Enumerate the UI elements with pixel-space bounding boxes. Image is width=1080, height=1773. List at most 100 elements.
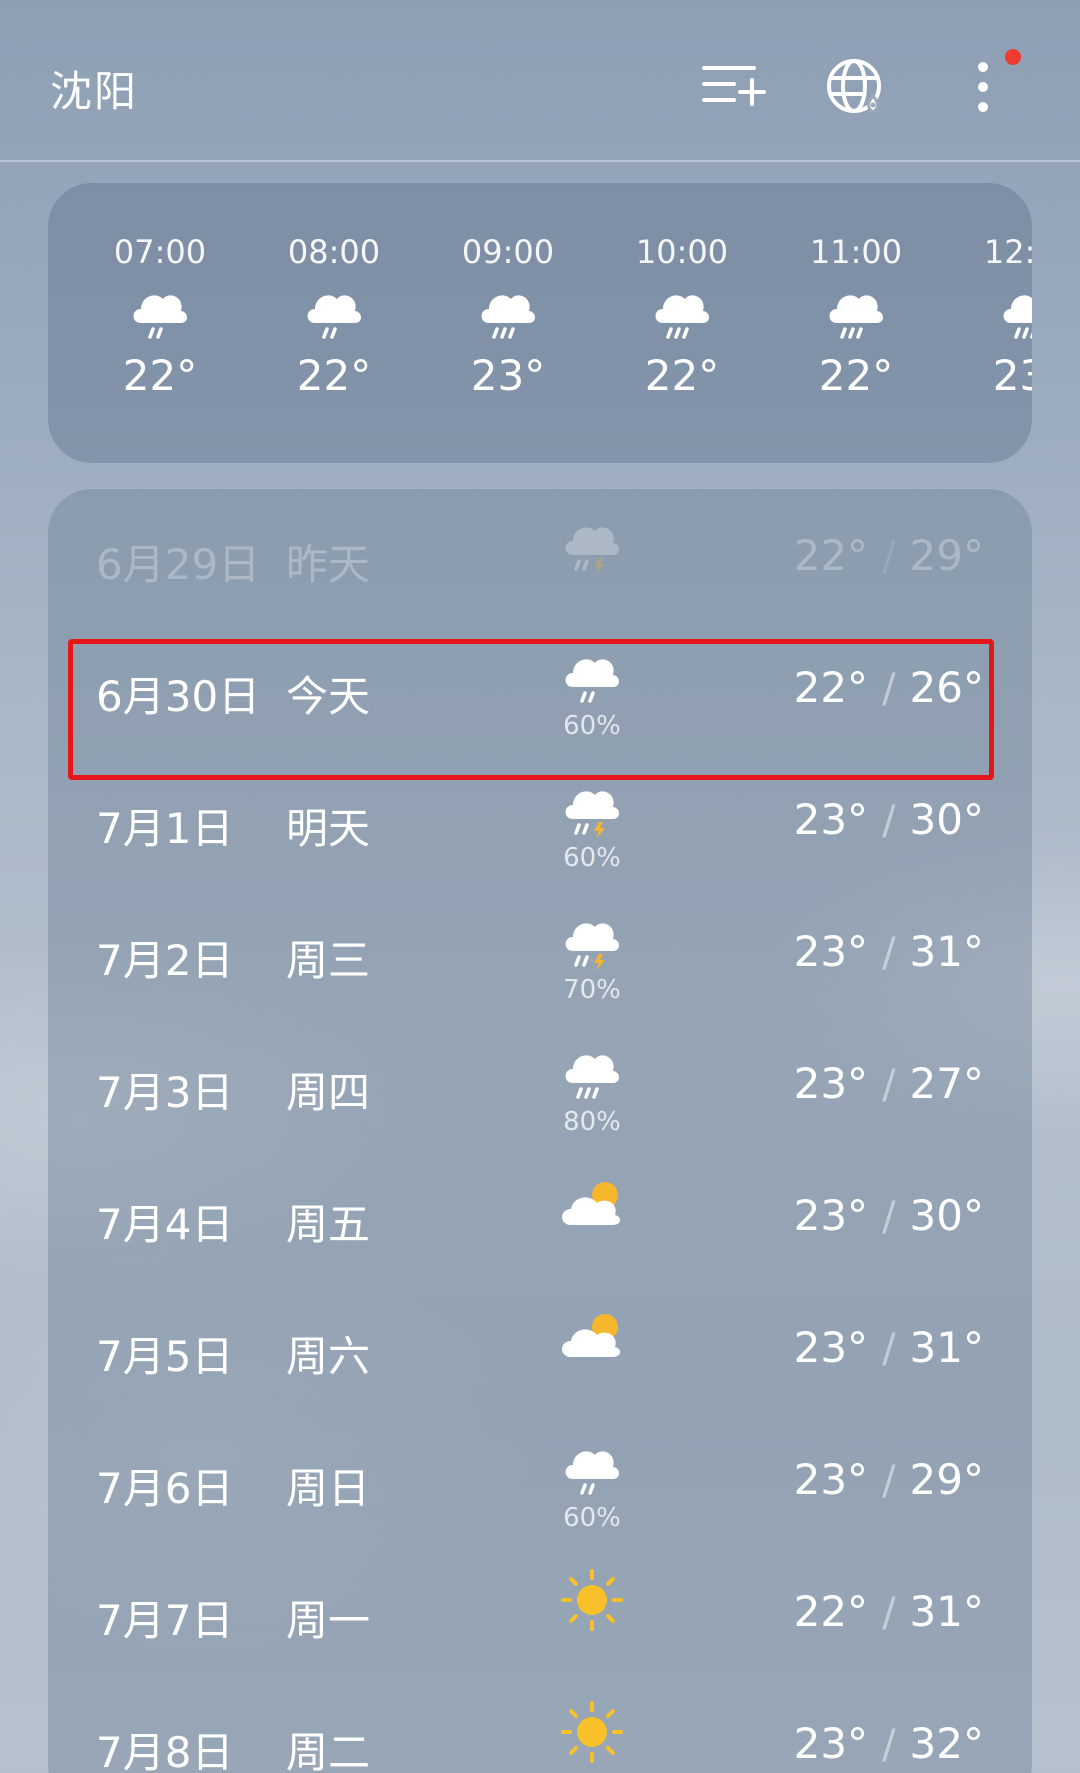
day-row[interactable]: 7月4日 周五 23° / 30° bbox=[48, 1149, 1032, 1281]
sunny-icon bbox=[557, 1697, 627, 1767]
precip-chance: 60% bbox=[563, 843, 621, 873]
low-temp: 23° bbox=[793, 1719, 869, 1768]
temp-separator: / bbox=[882, 1194, 896, 1240]
day-name: 周二 bbox=[286, 1728, 371, 1773]
day-date: 6月29日 bbox=[96, 540, 261, 589]
day-row-today[interactable]: 6月30日 今天 60% 22° / 26° bbox=[48, 621, 1032, 753]
hour-time: 10:00 bbox=[635, 233, 729, 271]
day-name: 昨天 bbox=[286, 540, 371, 589]
hour-time: 07:00 bbox=[113, 233, 207, 271]
day-name: 周四 bbox=[286, 1068, 371, 1117]
heavy-rain-icon bbox=[965, 277, 1032, 347]
rain-icon bbox=[269, 277, 399, 347]
temp-separator: / bbox=[882, 1062, 896, 1108]
heavy-rain-icon bbox=[791, 277, 921, 347]
day-date: 7月5日 bbox=[96, 1332, 234, 1381]
high-temp: 31° bbox=[909, 1587, 984, 1636]
temp-separator: / bbox=[882, 1458, 896, 1504]
temp-separator: / bbox=[882, 1326, 896, 1372]
hour-temp: 23° bbox=[992, 351, 1032, 400]
day-row-yesterday[interactable]: 6月29日 昨天 22° / 29° bbox=[48, 489, 1032, 621]
day-date: 7月6日 bbox=[96, 1464, 234, 1513]
day-temps: 22° / 26° bbox=[794, 663, 984, 712]
high-temp: 29° bbox=[909, 531, 984, 580]
day-row[interactable]: 7月1日 明天 60% 23° / 30° bbox=[48, 753, 1032, 885]
day-row[interactable]: 7月3日 周四 80% 23° / 27° bbox=[48, 1017, 1032, 1149]
day-row[interactable]: 7月7日 周一 22° / 31° bbox=[48, 1545, 1032, 1677]
hourly-forecast-card[interactable]: 07:00 22° 08:00 22° 09:00 23° 10:00 22° … bbox=[48, 183, 1032, 463]
day-name: 周一 bbox=[286, 1596, 371, 1645]
day-date: 7月1日 bbox=[96, 804, 234, 853]
partly-cloudy-icon bbox=[557, 1301, 627, 1371]
day-date: 7月4日 bbox=[96, 1200, 234, 1249]
day-temps: 23° / 30° bbox=[794, 1191, 984, 1240]
low-temp: 23° bbox=[793, 1191, 869, 1240]
hourly-item: 08:00 22° bbox=[269, 233, 399, 400]
city-name[interactable]: 沈阳 bbox=[50, 58, 138, 119]
hourly-item: 09:00 23° bbox=[443, 233, 573, 400]
hour-temp: 23° bbox=[470, 351, 546, 400]
globe-location-icon[interactable] bbox=[822, 52, 892, 122]
rain-icon bbox=[557, 641, 627, 711]
low-temp: 23° bbox=[793, 1455, 869, 1504]
day-date: 7月2日 bbox=[96, 936, 234, 985]
temp-separator: / bbox=[882, 534, 896, 580]
sunny-icon bbox=[557, 1565, 627, 1635]
low-temp: 22° bbox=[793, 663, 869, 712]
hourly-item: 10:00 22° bbox=[617, 233, 747, 400]
temp-separator: / bbox=[882, 1590, 896, 1636]
precip-chance: 70% bbox=[563, 975, 621, 1005]
low-temp: 23° bbox=[793, 1323, 869, 1372]
temp-separator: / bbox=[882, 1722, 896, 1768]
precip-chance: 60% bbox=[563, 1503, 621, 1533]
temp-separator: / bbox=[882, 666, 896, 712]
hourly-item: 12:00 23° bbox=[965, 233, 1032, 400]
high-temp: 31° bbox=[909, 1323, 984, 1372]
add-list-icon[interactable] bbox=[698, 52, 768, 122]
low-temp: 23° bbox=[793, 1059, 869, 1108]
day-name: 周日 bbox=[286, 1464, 371, 1513]
header-divider bbox=[0, 160, 1080, 162]
day-temps: 23° / 32° bbox=[794, 1719, 984, 1768]
day-temps: 22° / 31° bbox=[794, 1587, 984, 1636]
heavy-rain-icon bbox=[443, 277, 573, 347]
high-temp: 29° bbox=[909, 1455, 984, 1504]
day-name: 周三 bbox=[286, 936, 371, 985]
high-temp: 30° bbox=[909, 795, 984, 844]
day-row[interactable]: 7月8日 周二 23° / 32° bbox=[48, 1677, 1032, 1773]
day-row[interactable]: 7月5日 周六 23° / 31° bbox=[48, 1281, 1032, 1413]
hour-time: 12:00 bbox=[983, 233, 1032, 271]
hour-temp: 22° bbox=[122, 351, 198, 400]
day-name: 今天 bbox=[286, 672, 371, 721]
day-row[interactable]: 7月6日 周日 60% 23° / 29° bbox=[48, 1413, 1032, 1545]
partly-cloudy-icon bbox=[557, 1169, 627, 1239]
hourly-item: 07:00 22° bbox=[95, 233, 225, 400]
day-temps: 23° / 31° bbox=[794, 1323, 984, 1372]
thunderstorm-icon bbox=[557, 773, 627, 843]
high-temp: 27° bbox=[909, 1059, 984, 1108]
thunderstorm-icon bbox=[557, 905, 627, 975]
hour-temp: 22° bbox=[644, 351, 720, 400]
low-temp: 22° bbox=[793, 1587, 869, 1636]
day-row[interactable]: 7月2日 周三 70% 23° / 31° bbox=[48, 885, 1032, 1017]
heavy-rain-icon bbox=[557, 1037, 627, 1107]
low-temp: 23° bbox=[793, 927, 869, 976]
high-temp: 32° bbox=[909, 1719, 984, 1768]
hour-time: 08:00 bbox=[287, 233, 381, 271]
high-temp: 31° bbox=[909, 927, 984, 976]
day-date: 7月7日 bbox=[96, 1596, 234, 1645]
temp-separator: / bbox=[882, 798, 896, 844]
day-date: 7月3日 bbox=[96, 1068, 234, 1117]
day-temps: 23° / 30° bbox=[794, 795, 984, 844]
day-temps: 23° / 31° bbox=[794, 927, 984, 976]
day-temps: 23° / 27° bbox=[794, 1059, 984, 1108]
day-temps: 22° / 29° bbox=[794, 531, 984, 580]
daily-forecast-card[interactable]: 6月29日 昨天 22° / 29° 6月30日 今天 60% 22° / 26° 7月… bbox=[48, 489, 1032, 1773]
precip-chance: 80% bbox=[563, 1107, 621, 1137]
day-temps: 23° / 29° bbox=[794, 1455, 984, 1504]
rain-icon bbox=[95, 277, 225, 347]
thunderstorm-icon bbox=[557, 509, 627, 579]
day-name: 周六 bbox=[286, 1332, 371, 1381]
hourly-item: 11:00 22° bbox=[791, 233, 921, 400]
hour-temp: 22° bbox=[818, 351, 894, 400]
